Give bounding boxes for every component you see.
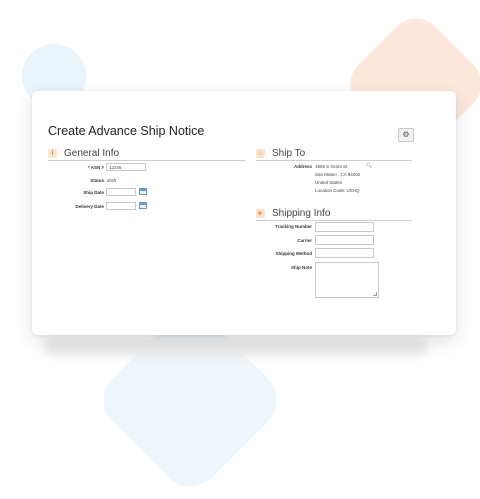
gear-icon: ⚙ [402,130,410,139]
calendar-icon[interactable] [139,202,147,209]
tracking-number-input[interactable] [315,222,374,232]
search-icon[interactable]: 🔍︎ [366,163,372,169]
delivery-date-input[interactable] [106,202,136,210]
status-value: draft [107,178,117,183]
address-line-3: United States [315,180,343,185]
ship-to-icon: ⌂ [256,149,265,158]
address-line-1: 1868 S Grant St [315,164,348,169]
asn-input[interactable]: 12345 [106,163,146,171]
ship-note-label: Ship Note [291,265,312,270]
info-icon: i [48,149,57,158]
calendar-icon[interactable] [139,188,147,195]
general-info-title: General Info [64,148,120,159]
general-info-header: i General Info [48,147,246,161]
resize-handle[interactable] [373,292,377,296]
delivery-date-label: Delivery Date [75,204,104,209]
carrier-input[interactable] [315,235,374,245]
carrier-label: Carrier [297,238,312,243]
shipping-method-input[interactable] [315,248,374,258]
shipping-info-header: ▸ Shipping Info [256,207,412,221]
truck-icon: ▸ [256,209,265,218]
tracking-number-label: Tracking Number [275,224,312,229]
ship-to-header: ⌂ Ship To [256,147,412,161]
status-label: Status [90,178,104,183]
asn-form-card: Create Advance Ship Notice ⚙ i General I… [32,91,456,335]
settings-button[interactable]: ⚙ [398,128,414,142]
ship-date-input[interactable] [106,188,136,196]
shipping-info-title: Shipping Info [272,208,331,219]
address-label: Address [293,164,312,169]
address-line-4: Location Code: USHQ [315,188,360,193]
address-line-2: San Mateo , CA 94402 [315,172,361,177]
page-title: Create Advance Ship Notice [48,124,205,138]
card-shadow [44,338,428,356]
asn-label: * ASN # [87,165,104,170]
shipping-method-label: Shipping Method [275,251,313,256]
ship-date-label: Ship Date [83,190,104,195]
ship-to-title: Ship To [272,148,306,159]
ship-note-textarea[interactable] [315,262,379,298]
